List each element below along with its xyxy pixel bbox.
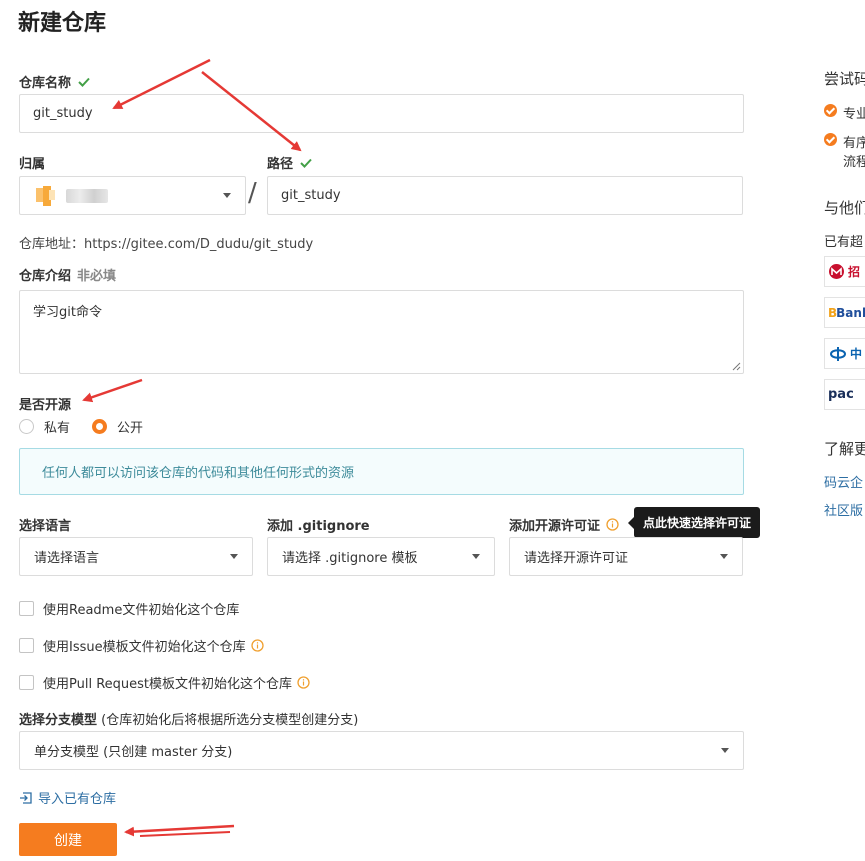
repo-url-text: 仓库地址：https://gitee.com/D_dudu/git_study <box>19 237 314 252</box>
create-button[interactable]: 创建 <box>19 823 117 856</box>
radio-public[interactable]: 公开 <box>92 417 143 436</box>
sidebar-used-by: 已有超 <box>824 235 864 250</box>
visibility-hint-text: 任何人都可以访问该仓库的代码和其他任何形式的资源 <box>42 466 355 481</box>
avatar <box>36 185 55 206</box>
init-issue-label: 使用Issue模板文件初始化这个仓库 <box>43 640 246 655</box>
init-readme-label: 使用Readme文件初始化这个仓库 <box>43 603 240 618</box>
logo-bank: BBank <box>824 297 865 328</box>
radio-public-label: 公开 <box>117 421 144 436</box>
repo-name-input[interactable]: git_study <box>19 94 744 133</box>
repo-name-label: 仓库名称 <box>19 72 91 91</box>
init-issue-option[interactable]: 使用Issue模板文件初始化这个仓库 <box>19 636 264 655</box>
gitignore-label: 添加 .gitignore <box>267 515 370 534</box>
owner-label-text: 归属 <box>19 157 46 172</box>
sidebar-heading-others: 与他们 <box>824 199 865 217</box>
license-label-text: 添加开源许可证 <box>509 519 601 534</box>
sidebar-heading-learn: 了解更 <box>824 440 865 458</box>
description-label: 仓库介绍 非必填 <box>19 265 116 284</box>
repo-name-value: git_study <box>33 106 93 121</box>
chevron-down-icon <box>230 554 238 559</box>
description-value: 学习git命令 <box>33 305 102 320</box>
description-textarea[interactable]: 学习git命令 <box>19 290 744 374</box>
branch-model-note: (仓库初始化后将根据所选分支模型创建分支) <box>97 713 359 728</box>
chevron-down-icon <box>721 748 729 753</box>
owner-select[interactable] <box>19 176 246 215</box>
radio-private[interactable]: 私有 <box>19 417 70 436</box>
sidebar-link-enterprise[interactable]: 码云企 <box>824 472 863 491</box>
license-label: 添加开源许可证 <box>509 515 619 534</box>
annotation-arrow <box>139 831 231 837</box>
logo-pac-text: pac <box>828 387 854 402</box>
import-icon <box>20 791 32 804</box>
branch-model-value: 单分支模型 (只创建 master 分支) <box>34 745 233 760</box>
visibility-hint-box: 任何人都可以访问该仓库的代码和其他任何形式的资源 <box>19 448 744 495</box>
path-separator: / <box>248 178 257 208</box>
init-pr-option[interactable]: 使用Pull Request模板文件初始化这个仓库 <box>19 673 310 692</box>
logo-bank-text: Bank <box>836 305 865 320</box>
language-select[interactable]: 请选择语言 <box>19 537 253 576</box>
license-select[interactable]: 请选择开源许可证 <box>509 537 743 576</box>
logo-pac: pac <box>824 379 865 410</box>
repo-name-label-text: 仓库名称 <box>19 76 72 91</box>
logo-telecom-text: 中 <box>850 347 863 361</box>
owner-name-blurred <box>66 188 108 203</box>
check-circle-icon <box>824 133 837 146</box>
telecom-logo-icon <box>829 346 847 361</box>
info-icon[interactable] <box>606 518 619 531</box>
language-label: 选择语言 <box>19 515 71 534</box>
radio-private-circle[interactable] <box>19 419 34 434</box>
owner-label: 归属 <box>19 153 45 172</box>
gitignore-label-text: 添加 .gitignore <box>267 519 370 534</box>
description-label-text: 仓库介绍 <box>19 269 72 284</box>
gitignore-select[interactable]: 请选择 .gitignore 模板 <box>267 537 495 576</box>
info-icon[interactable] <box>297 676 310 689</box>
import-repo-label: 导入已有仓库 <box>38 792 117 807</box>
init-readme-option[interactable]: 使用Readme文件初始化这个仓库 <box>19 599 239 618</box>
init-issue-checkbox[interactable] <box>19 638 34 653</box>
branch-model-label: 选择分支模型 (仓库初始化后将根据所选分支模型创建分支) <box>19 709 358 728</box>
branch-model-select[interactable]: 单分支模型 (只创建 master 分支) <box>19 731 744 770</box>
chevron-down-icon <box>223 193 231 198</box>
chevron-down-icon <box>472 554 480 559</box>
resize-handle-icon[interactable] <box>732 362 741 371</box>
gitignore-placeholder: 请选择 .gitignore 模板 <box>282 551 418 566</box>
branch-model-label-text: 选择分支模型 <box>19 713 98 728</box>
logo-telecom: 中 <box>824 338 865 369</box>
license-placeholder: 请选择开源许可证 <box>524 551 629 566</box>
visibility-label-text: 是否开源 <box>19 398 72 413</box>
language-label-text: 选择语言 <box>19 519 72 534</box>
path-label: 路径 <box>267 153 313 172</box>
init-pr-checkbox[interactable] <box>19 675 34 690</box>
check-circle-icon <box>824 104 837 117</box>
check-icon <box>300 158 312 168</box>
sidebar-bullet-2-cont: 流程 <box>843 155 865 170</box>
license-tooltip: 点此快速选择许可证 <box>627 507 761 538</box>
language-placeholder: 请选择语言 <box>34 551 100 566</box>
info-icon[interactable] <box>250 639 264 652</box>
radio-public-circle[interactable] <box>92 419 108 434</box>
init-readme-checkbox[interactable] <box>19 601 34 616</box>
path-label-text: 路径 <box>267 157 294 172</box>
import-repo-link[interactable]: 导入已有仓库 <box>19 788 116 807</box>
sidebar-bullet-2: 有序 <box>843 136 865 151</box>
visibility-radio-group: 私有 公开 <box>19 417 165 436</box>
annotation-arrow <box>124 824 235 837</box>
annotation-arrow <box>82 378 143 403</box>
logo-cmb-text: 招 <box>848 265 861 279</box>
path-value: git_study <box>281 188 341 203</box>
logo-cmb: 招 <box>824 256 865 287</box>
optional-tag: 非必填 <box>77 269 117 284</box>
visibility-label: 是否开源 <box>19 394 71 413</box>
chevron-down-icon <box>720 554 728 559</box>
check-icon <box>78 77 90 87</box>
sidebar-link-community[interactable]: 社区版 <box>824 500 863 519</box>
cmb-logo-icon <box>829 264 844 279</box>
radio-private-label: 私有 <box>44 421 71 436</box>
page-title: 新建仓库 <box>18 11 107 36</box>
init-pr-label: 使用Pull Request模板文件初始化这个仓库 <box>43 677 293 692</box>
path-input[interactable]: git_study <box>267 176 743 215</box>
sidebar-bullet-1: 专业 <box>843 107 865 122</box>
sidebar-heading-try: 尝试码 <box>824 70 865 88</box>
